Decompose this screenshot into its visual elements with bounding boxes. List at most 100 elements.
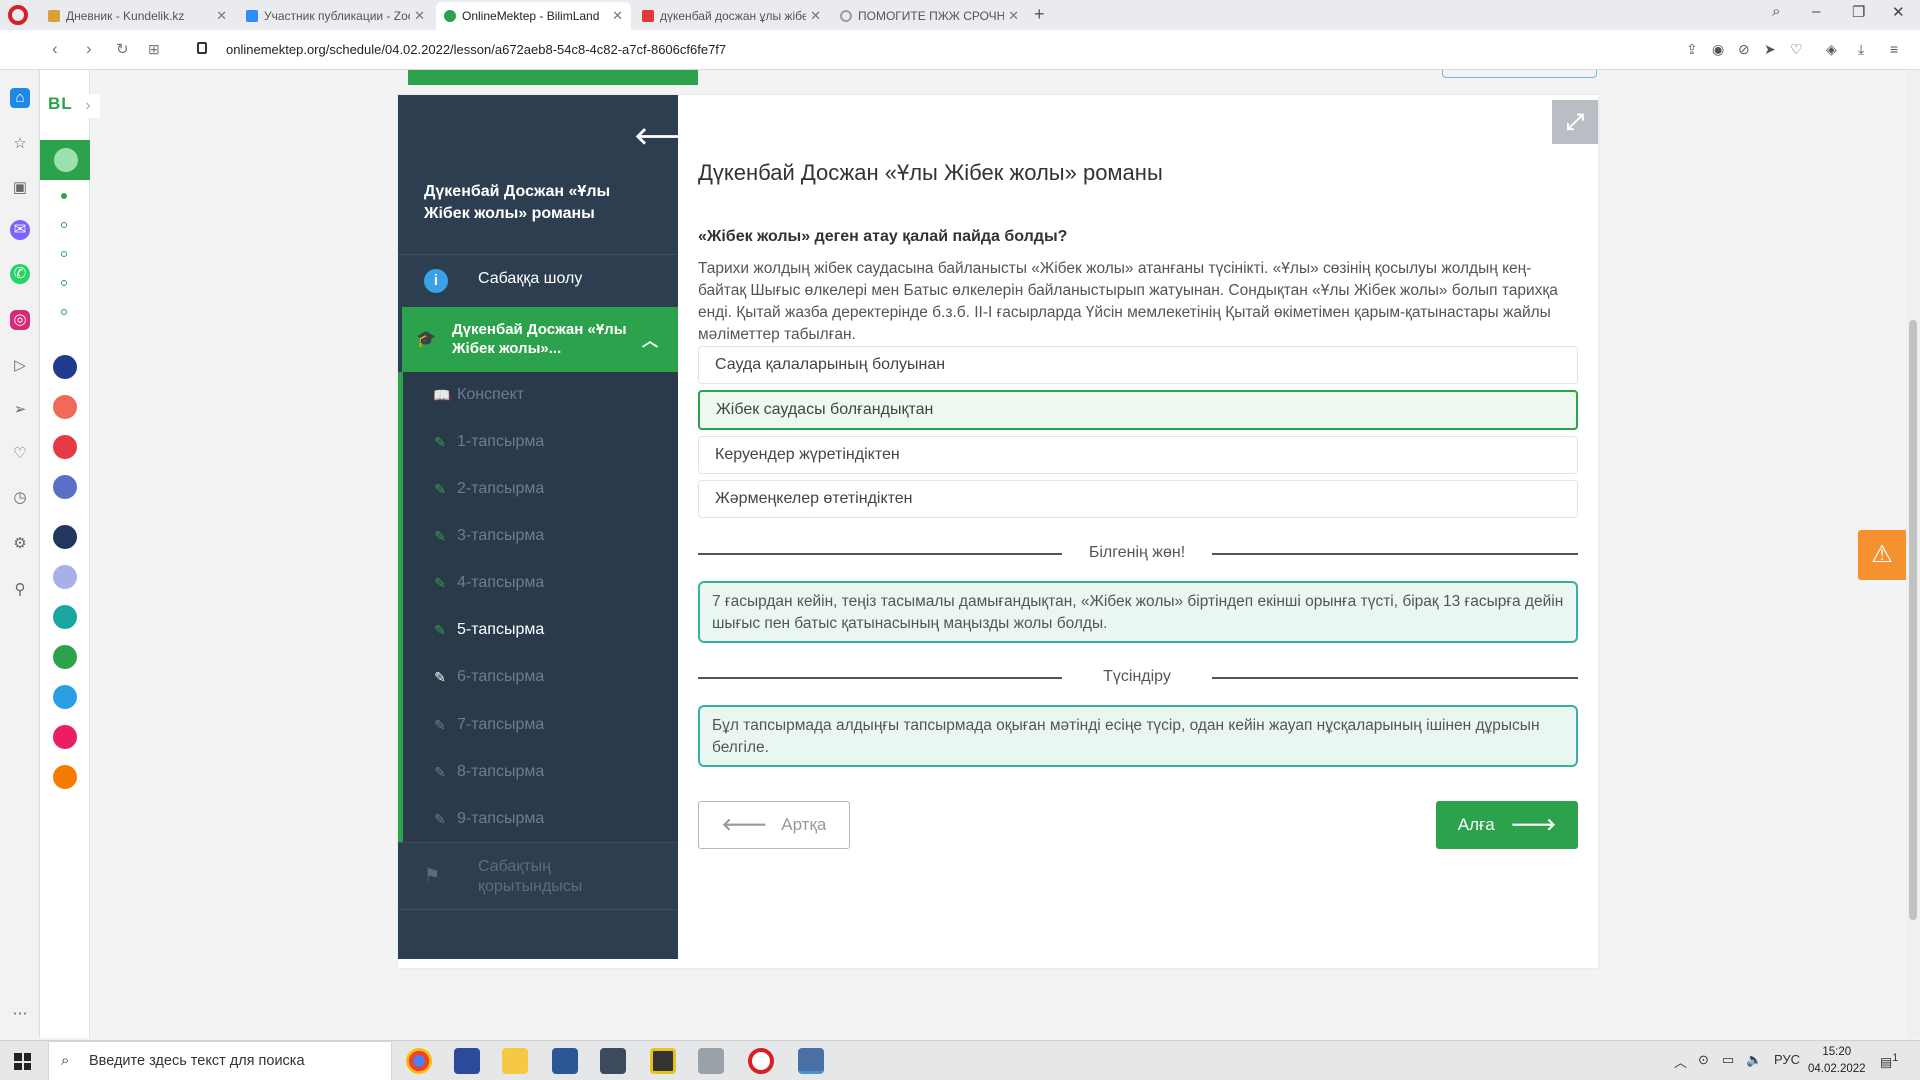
answer-option-selected[interactable]: Жібек саудасы болғандықтан (698, 390, 1578, 430)
browser-tab-active[interactable]: OnlineMektep - BilimLand ✕ (436, 2, 631, 30)
reload-icon[interactable]: ↻ (116, 40, 129, 58)
heart-icon[interactable]: ♡ (1790, 41, 1803, 58)
network-icon[interactable]: ⊙ (1698, 1052, 1709, 1068)
minimize-icon[interactable]: – (1812, 3, 1820, 20)
answer-option[interactable]: Керуендер жүретіндіктен (698, 436, 1578, 474)
play-icon[interactable]: ▷ (10, 356, 30, 376)
forward-icon[interactable]: › (86, 39, 92, 59)
rail-step-dot[interactable] (61, 251, 67, 257)
whatsapp-icon[interactable]: ✆ (10, 264, 30, 284)
nav-item-task-5[interactable]: ✎ 5-тапсырма (433, 618, 544, 642)
rail-step-dot[interactable] (61, 222, 67, 228)
back-button[interactable]: 🡐 Артқа (698, 801, 850, 849)
back-icon[interactable]: ‹ (52, 39, 58, 59)
bilim-land-app-icon[interactable] (53, 645, 77, 669)
browser-tab[interactable]: Участник публикации - Zoom ✕ (238, 2, 433, 30)
settings-gear-icon[interactable]: ⚙ (10, 534, 30, 554)
nav-item-task-1[interactable]: ✎ 1-тапсырма (433, 430, 544, 454)
share-icon[interactable]: ⇪ (1686, 41, 1698, 58)
opera-taskbar-icon[interactable] (748, 1048, 774, 1074)
save-app-icon[interactable] (454, 1048, 480, 1074)
send-icon[interactable]: ➤ (1764, 41, 1776, 58)
tab-search-icon[interactable]: ⌕ (1772, 3, 1780, 20)
nav-item-summary[interactable]: ⚑ Сабақтың қорытындысы (398, 842, 678, 910)
adblock-icon[interactable]: ⊘ (1738, 41, 1750, 58)
nav-item-task-7[interactable]: ✎ 7-тапсырма (433, 713, 544, 737)
bilim-app-icon[interactable] (53, 605, 77, 629)
nav-item-task-9[interactable]: ✎ 9-тапсырма (433, 807, 544, 831)
top-outline-button[interactable] (1442, 70, 1597, 78)
rail-step-dot[interactable] (61, 193, 67, 199)
bilimland-logo[interactable]: BL (48, 94, 73, 114)
nav-item-task-2[interactable]: ✎ 2-тапсырма (433, 477, 544, 501)
restore-icon[interactable]: ❐ (1852, 3, 1865, 21)
page-scrollbar[interactable] (1906, 70, 1920, 1038)
send-arrow-icon[interactable]: ➢ (10, 400, 30, 420)
windows-start-icon[interactable] (14, 1053, 31, 1070)
fullscreen-expand-icon[interactable]: ⤢ (1552, 100, 1598, 144)
answer-option[interactable]: Сауда қалаларының болуынан (698, 346, 1578, 384)
home-icon[interactable]: ⌂ (10, 88, 30, 108)
bilim-app-icon[interactable] (53, 395, 77, 419)
volume-icon[interactable]: 🔈 (1746, 1052, 1762, 1068)
bilim-app-icon[interactable] (53, 475, 77, 499)
close-tab-icon[interactable]: ✕ (612, 8, 623, 24)
bilim-shop-app-icon[interactable] (53, 435, 77, 459)
menu-icon[interactable]: ≡ (1890, 41, 1898, 57)
reading-app-icon[interactable] (53, 765, 77, 789)
file-explorer-icon[interactable] (502, 1048, 528, 1074)
nav-item-overview[interactable]: i Сабаққа шолу (398, 255, 678, 307)
tab-grid-icon[interactable]: ⊞ (148, 41, 160, 58)
messenger-icon[interactable]: ✉ (10, 220, 30, 240)
rail-step-dot[interactable] (61, 309, 67, 315)
player-icon[interactable]: ▣ (10, 178, 30, 198)
warning-triangle-icon[interactable]: ⚠ (1858, 530, 1906, 580)
nav-item-task-4[interactable]: ✎ 4-тапсырма (433, 571, 544, 595)
smart-nation-app-icon[interactable] (53, 525, 77, 549)
lightbulb-icon[interactable]: ⚲ (10, 580, 30, 600)
clock[interactable]: 15:20 04.02.2022 (1808, 1044, 1866, 1078)
taskbar-search-input[interactable]: ⌕ Введите здесь текст для поиска (48, 1041, 392, 1080)
document-app-icon[interactable] (798, 1048, 824, 1074)
nav-item-task-3[interactable]: ✎ 3-тапсырма (433, 524, 544, 548)
word-app-icon[interactable] (552, 1048, 578, 1074)
browser-tab[interactable]: ПОМОГИТЕ ПЖЖ СРОЧНО ✕ (832, 2, 1027, 30)
tray-expand-icon[interactable]: ︿ (1674, 1052, 1687, 1071)
nav-item-task-6[interactable]: ✎ 6-тапсырма (433, 665, 544, 689)
nav-item-module[interactable]: 🎓 Дүкенбай Досжан «Ұлы Жібек жолы»... ︿ (402, 307, 678, 372)
close-tab-icon[interactable]: ✕ (414, 8, 425, 24)
nav-item-task-8[interactable]: ✎ 8-тапсырма (433, 760, 544, 784)
more-dots-icon[interactable]: ⋯ (10, 1004, 30, 1024)
chevron-up-icon[interactable]: ︿ (642, 327, 658, 351)
opera-logo-icon[interactable] (8, 5, 28, 25)
twig-app-icon[interactable] (53, 725, 77, 749)
speed-dial-icon[interactable]: ☆ (10, 134, 30, 154)
cube-icon[interactable]: ◈ (1826, 41, 1837, 58)
answer-option[interactable]: Жәрмеңкелер өтетіндіктен (698, 480, 1578, 518)
rail-step-dot[interactable] (61, 280, 67, 286)
browser-tab[interactable]: дүкенбай досжан ұлы жібек жолы ✕ (634, 2, 829, 30)
chrome-app-icon[interactable] (406, 1048, 432, 1074)
close-tab-icon[interactable]: ✕ (216, 8, 227, 24)
display-icon[interactable]: ▭ (1722, 1052, 1734, 1068)
new-tab-plus-icon[interactable]: + (1034, 4, 1045, 25)
next-button[interactable]: Алға 🡒 (1436, 801, 1578, 849)
download-icon[interactable]: ⤓ (1858, 41, 1864, 58)
nav-item-konspekt[interactable]: 📖 Конспект (433, 383, 524, 407)
bilim-app-icon[interactable] (53, 565, 77, 589)
film-app-icon[interactable] (600, 1048, 626, 1074)
history-icon[interactable]: ◷ (10, 488, 30, 508)
rail-item-active[interactable] (40, 140, 90, 180)
language-indicator[interactable]: РУС (1774, 1052, 1800, 1067)
bilim-app-icon[interactable] (53, 355, 77, 379)
collapse-arrow-left-icon[interactable]: 🡐 (634, 121, 698, 151)
url-field[interactable]: onlinemektep.org/schedule/04.02.2022/les… (226, 42, 726, 57)
notifications-icon[interactable]: ▤1 (1880, 1052, 1898, 1070)
close-tab-icon[interactable]: ✕ (810, 8, 821, 24)
close-tab-icon[interactable]: ✕ (1008, 8, 1019, 24)
printer-app-icon[interactable] (698, 1048, 724, 1074)
favorites-icon[interactable]: ♡ (10, 444, 30, 464)
rail-expand-chevron-icon[interactable]: › (76, 94, 100, 118)
snapshot-icon[interactable]: ◉ (1712, 41, 1724, 58)
notes-app-icon[interactable] (650, 1048, 676, 1074)
